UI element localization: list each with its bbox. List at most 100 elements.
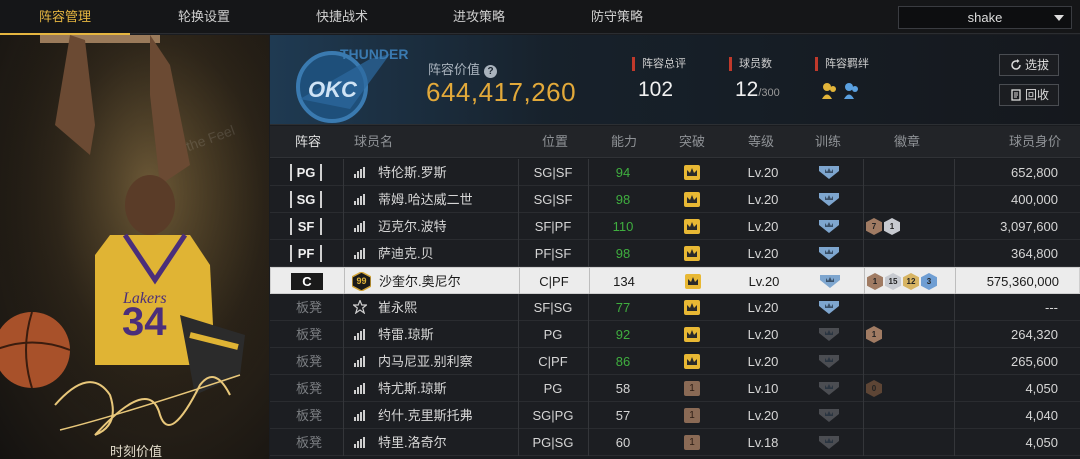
training-shield-icon[interactable] [820,275,840,288]
player-name[interactable]: 内马尼亚.别利察 [378,348,473,375]
table-row[interactable]: SF 迈克尔.波特 SF|PF 110 Lv.20 7 1 3,097,600 [270,213,1080,240]
player-name[interactable]: 蒂姆.哈达威二世 [378,186,473,213]
slot-badge: SG [290,191,322,208]
table-row[interactable]: 板凳 崔永熙 SF|SG 77 Lv.20 --- [270,294,1080,321]
crown-icon [684,192,700,207]
refresh-icon [1011,59,1021,70]
col-rating[interactable]: 能力 [611,126,637,158]
table-row[interactable]: 板凳 特尤斯.琼斯 PG 58 1 Lv.10 0 4,050 [270,375,1080,402]
recycle-button[interactable]: 回收 [999,84,1059,106]
signal-bars-icon [354,329,366,340]
col-badges[interactable]: 徽章 [894,126,920,158]
svg-text:OKC: OKC [308,77,358,102]
moment-value-poster[interactable]: 34 Lakers the Feel 时刻价值 [0,35,269,459]
lineup-value-label: 阵容价值? [428,59,498,78]
player-count-label: 球员数 [729,57,772,71]
rating-tag: 99 [356,276,367,286]
col-training[interactable]: 训练 [815,126,841,158]
col-breakthrough[interactable]: 突破 [679,126,705,158]
player-position: PF|SF [534,246,572,261]
player-rating: 57 [615,408,631,423]
player-position: SG|PG [532,408,574,423]
table-row[interactable]: 板凳 约什.克里斯托弗 SG|PG 57 1 Lv.20 4,040 [270,402,1080,429]
badge-icon: 12 [903,273,919,290]
player-name[interactable]: 约什.克里斯托弗 [378,402,473,429]
table-row[interactable]: PG 特伦斯.罗斯 SG|SF 94 Lv.20 652,800 [270,159,1080,186]
tab-rotation-settings[interactable]: 轮换设置 [139,0,269,34]
training-shield-icon[interactable] [819,166,839,179]
player-level: Lv.20 [747,165,779,180]
player-name[interactable]: 特雷.琼斯 [378,321,434,348]
roster-table-header: 阵容 球员名 位置 能力 突破 等级 训练 徽章 球员身价 [270,126,1080,158]
tab-lineup-management[interactable]: 阵容管理 [0,0,130,35]
signal-bars-icon [354,248,366,259]
player-level: Lv.20 [748,274,780,289]
table-row[interactable]: 板凳 内马尼亚.别利察 C|PF 86 Lv.20 265,600 [270,348,1080,375]
lineup-dropdown-value: shake [967,10,1003,25]
lineup-dropdown[interactable]: shake [898,6,1072,29]
badge-icon: 1 [867,273,883,290]
badge-icon: 0 [866,380,882,397]
player-position: SG|SF [533,192,573,207]
table-row[interactable]: 板凳 特雷.琼斯 PG 92 Lv.20 1 264,320 [270,321,1080,348]
team-bond-icon [822,83,858,99]
player-value: 4,050 [1025,435,1058,450]
training-shield-icon[interactable] [819,301,839,314]
table-row[interactable]: SG 蒂姆.哈达威二世 SG|SF 98 Lv.20 400,000 [270,186,1080,213]
player-position: C|PF [538,354,568,369]
col-value[interactable]: 球员身价 [1009,126,1061,158]
col-name[interactable]: 球员名 [354,126,393,158]
crown-icon [684,246,700,261]
player-name[interactable]: 特尤斯.琼斯 [378,375,447,402]
player-level: Lv.20 [747,327,779,342]
training-shield-icon[interactable] [819,409,839,422]
slot-badge: PG [290,164,322,181]
player-rating: 86 [615,354,631,369]
player-name[interactable]: 萨迪克.贝 [378,240,434,267]
training-shield-icon[interactable] [819,328,839,341]
training-shield-icon[interactable] [819,382,839,395]
crown-icon [685,274,701,289]
tab-offense-strategy[interactable]: 进攻策略 [414,0,544,34]
player-name[interactable]: 崔永熙 [378,294,417,321]
col-level[interactable]: 等级 [748,126,774,158]
crown-icon [684,354,700,369]
slot-badge: PF [290,245,322,262]
player-position: SG|SF [533,165,573,180]
signal-bars-icon [354,221,366,232]
top-nav: 阵容管理 轮换设置 快捷战术 进攻策略 防守策略 shake [0,0,1080,35]
player-rating: 98 [615,192,631,207]
poster-caption: 时刻价值 [110,444,163,459]
player-name[interactable]: 沙奎尔.奥尼尔 [379,268,461,295]
slot-badge: SF [290,218,322,235]
document-icon [1011,89,1021,101]
tab-defense-strategy[interactable]: 防守策略 [552,0,682,34]
signal-bars-icon [354,383,366,394]
tab-quick-tactics[interactable]: 快捷战术 [277,0,407,34]
signal-bars-icon [354,410,366,421]
slot-label: 板凳 [296,408,323,423]
svg-text:THUNDER: THUNDER [340,46,408,62]
training-shield-icon[interactable] [819,355,839,368]
player-position: C|PF [539,274,569,289]
player-name[interactable]: 特里.洛奇尔 [378,429,447,456]
table-row[interactable]: 板凳 特里.洛奇尔 PG|SG 60 1 Lv.18 4,050 [270,429,1080,456]
badge-icon: 3 [921,273,937,290]
svg-text:Lakers: Lakers [122,290,167,307]
training-shield-icon[interactable] [819,220,839,233]
training-shield-icon[interactable] [819,247,839,260]
player-name[interactable]: 特伦斯.罗斯 [378,159,447,186]
player-rating: 77 [615,300,631,315]
table-row[interactable]: C 99 沙奎尔.奥尼尔 C|PF 134 Lv.20 1 15 12 3 575,360,000 [270,267,1080,295]
training-shield-icon[interactable] [819,193,839,206]
player-level: Lv.20 [747,219,779,234]
table-row[interactable]: PF 萨迪克.贝 PF|SF 98 Lv.20 364,800 [270,240,1080,267]
bond-icons[interactable] [821,81,861,106]
player-rating: 134 [613,274,635,289]
col-slot[interactable]: 阵容 [295,126,321,158]
player-name[interactable]: 迈克尔.波特 [378,213,447,240]
training-shield-icon[interactable] [819,436,839,449]
crown-icon [684,219,700,234]
col-position[interactable]: 位置 [542,126,568,158]
select-button[interactable]: 选拔 [999,54,1059,76]
